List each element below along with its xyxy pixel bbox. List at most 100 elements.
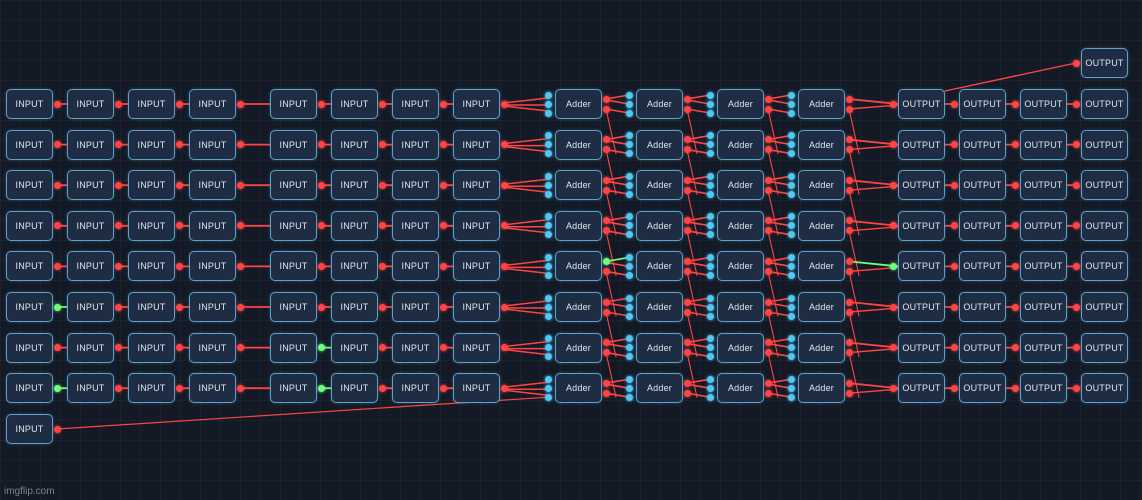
adder-sum-pin[interactable]: [764, 176, 772, 184]
output-input-pin[interactable]: [950, 344, 958, 352]
input-output-pin[interactable]: [236, 222, 244, 230]
input-node[interactable]: INPUT: [6, 373, 53, 404]
adder-input-pin[interactable]: [706, 222, 714, 230]
adder-carry-pin[interactable]: [845, 349, 853, 357]
output-input-pin[interactable]: [1072, 181, 1080, 189]
adder-input-pin[interactable]: [544, 312, 552, 320]
adder-node[interactable]: Adder: [717, 251, 764, 282]
input-output-pin[interactable]: [500, 262, 508, 270]
output-input-pin[interactable]: [1011, 262, 1019, 270]
adder-input-pin[interactable]: [787, 213, 795, 221]
input-node[interactable]: INPUT: [189, 210, 236, 241]
input-output-pin[interactable]: [439, 303, 447, 311]
adder-input-pin[interactable]: [544, 375, 552, 383]
input-output-pin[interactable]: [500, 303, 508, 311]
adder-sum-pin[interactable]: [845, 95, 853, 103]
adder-input-pin[interactable]: [544, 253, 552, 261]
adder-input-pin[interactable]: [706, 294, 714, 302]
output-input-pin[interactable]: [889, 262, 897, 270]
adder-input-pin[interactable]: [544, 344, 552, 352]
input-node[interactable]: INPUT: [6, 251, 53, 282]
adder-carry-pin[interactable]: [845, 308, 853, 316]
adder-carry-pin[interactable]: [683, 105, 691, 113]
adder-input-pin[interactable]: [544, 335, 552, 343]
adder-node[interactable]: Adder: [636, 373, 683, 404]
adder-node[interactable]: Adder: [798, 89, 845, 119]
adder-input-pin[interactable]: [625, 150, 633, 158]
adder-node[interactable]: Adder: [798, 292, 845, 322]
adder-carry-pin[interactable]: [845, 105, 853, 113]
input-node[interactable]: INPUT: [189, 292, 236, 322]
adder-sum-pin[interactable]: [845, 379, 853, 387]
input-output-pin[interactable]: [378, 384, 386, 392]
adder-input-pin[interactable]: [706, 393, 714, 401]
input-node[interactable]: INPUT: [189, 332, 236, 363]
adder-carry-pin[interactable]: [683, 186, 691, 194]
adder-input-pin[interactable]: [625, 141, 633, 149]
input-output-pin[interactable]: [175, 303, 183, 311]
adder-input-pin[interactable]: [787, 253, 795, 261]
adder-carry-pin[interactable]: [764, 308, 772, 316]
input-node[interactable]: INPUT: [128, 251, 175, 282]
adder-carry-pin[interactable]: [602, 389, 610, 397]
input-node[interactable]: INPUT: [331, 251, 378, 282]
output-node[interactable]: OUTPUT: [898, 251, 945, 282]
adder-input-pin[interactable]: [544, 303, 552, 311]
adder-input-pin[interactable]: [625, 335, 633, 343]
adder-node[interactable]: Adder: [798, 332, 845, 363]
adder-input-pin[interactable]: [787, 222, 795, 230]
output-input-pin[interactable]: [1011, 384, 1019, 392]
adder-sum-pin[interactable]: [845, 136, 853, 144]
adder-node[interactable]: Adder: [636, 170, 683, 201]
output-input-pin[interactable]: [1072, 141, 1080, 149]
input-output-pin[interactable]: [175, 222, 183, 230]
output-node[interactable]: OUTPUT: [1020, 129, 1067, 160]
adder-carry-pin[interactable]: [764, 227, 772, 235]
adder-input-pin[interactable]: [625, 91, 633, 99]
input-output-pin[interactable]: [53, 181, 61, 189]
adder-input-pin[interactable]: [625, 213, 633, 221]
adder-input-pin[interactable]: [706, 172, 714, 180]
adder-node[interactable]: Adder: [717, 89, 764, 119]
input-node[interactable]: INPUT: [270, 210, 317, 241]
adder-input-pin[interactable]: [787, 141, 795, 149]
input-node[interactable]: INPUT: [67, 292, 114, 322]
input-output-pin[interactable]: [500, 384, 508, 392]
adder-input-pin[interactable]: [787, 181, 795, 189]
adder-carry-pin[interactable]: [683, 389, 691, 397]
adder-input-pin[interactable]: [544, 393, 552, 401]
input-node[interactable]: INPUT: [189, 170, 236, 201]
adder-input-pin[interactable]: [706, 353, 714, 361]
input-node[interactable]: INPUT: [453, 332, 500, 363]
input-node[interactable]: INPUT: [270, 251, 317, 282]
adder-node[interactable]: Adder: [717, 210, 764, 241]
adder-sum-pin[interactable]: [683, 379, 691, 387]
adder-node[interactable]: Adder: [636, 129, 683, 160]
adder-carry-pin[interactable]: [764, 146, 772, 154]
adder-sum-pin[interactable]: [602, 136, 610, 144]
output-input-pin[interactable]: [950, 141, 958, 149]
input-output-pin[interactable]: [317, 181, 325, 189]
input-output-pin[interactable]: [378, 262, 386, 270]
adder-node[interactable]: Adder: [555, 129, 602, 160]
adder-input-pin[interactable]: [625, 353, 633, 361]
adder-carry-pin[interactable]: [602, 146, 610, 154]
adder-input-pin[interactable]: [787, 150, 795, 158]
adder-input-pin[interactable]: [787, 271, 795, 279]
adder-carry-pin[interactable]: [683, 349, 691, 357]
input-output-pin[interactable]: [114, 141, 122, 149]
output-input-pin[interactable]: [1011, 344, 1019, 352]
adder-input-pin[interactable]: [625, 384, 633, 392]
input-output-pin[interactable]: [175, 100, 183, 108]
adder-carry-pin[interactable]: [683, 146, 691, 154]
adder-node[interactable]: Adder: [636, 292, 683, 322]
adder-node[interactable]: Adder: [717, 170, 764, 201]
adder-node[interactable]: Adder: [555, 89, 602, 119]
output-node[interactable]: OUTPUT: [898, 170, 945, 201]
input-output-pin[interactable]: [53, 222, 61, 230]
output-node[interactable]: OUTPUT: [1020, 292, 1067, 322]
output-input-pin[interactable]: [889, 181, 897, 189]
adder-node[interactable]: Adder: [798, 170, 845, 201]
input-output-pin[interactable]: [378, 141, 386, 149]
adder-carry-pin[interactable]: [845, 389, 853, 397]
